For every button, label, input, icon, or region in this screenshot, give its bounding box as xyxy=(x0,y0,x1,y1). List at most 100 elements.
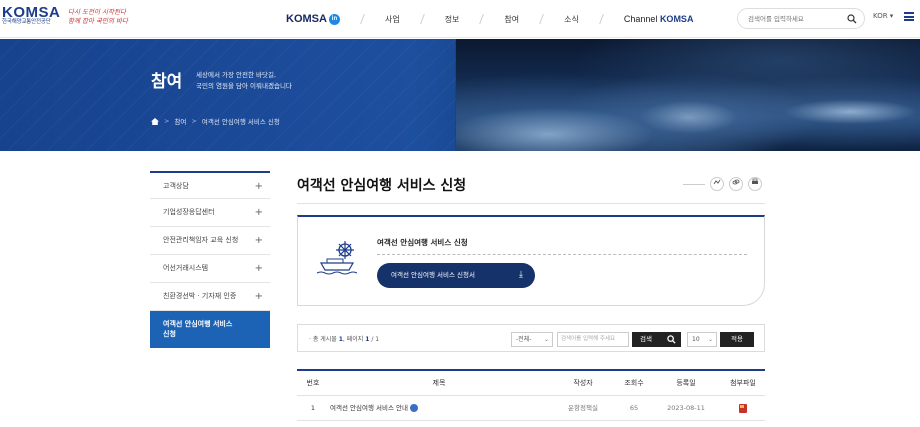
sidebar-item-label: 신청 xyxy=(163,330,176,338)
nav-news[interactable]: 소식 xyxy=(564,14,579,25)
hwp-file-icon xyxy=(739,403,747,413)
keyword-input[interactable]: 검색어를 입력해 주세요 xyxy=(557,332,629,347)
logo-text: KOMSA xyxy=(2,4,61,21)
download-icon: ⤓ xyxy=(519,270,523,280)
sea-wave-image xyxy=(456,39,920,151)
col-title: 제목 xyxy=(432,379,446,387)
search-icon[interactable] xyxy=(847,14,857,24)
sidebar-item-label: 기업성장응답센터 xyxy=(163,208,215,216)
sidebar-item-fishing-boat-trade[interactable]: 어선거래시스템 + xyxy=(150,255,270,283)
sidebar-item-label: 고객상담 xyxy=(163,182,189,190)
count-page: 1 xyxy=(365,336,370,343)
search-button-label: 검색 xyxy=(640,335,652,343)
page-size-select[interactable]: 10 ⌄ xyxy=(687,332,717,347)
row-number: 1 xyxy=(310,404,316,412)
nav-business[interactable]: 사업 xyxy=(385,14,400,25)
header-search xyxy=(737,8,865,29)
hero-banner: 참여 세상에서 가장 안전한 바닷길, 국민의 염원을 담아 이뤄내겠습니다 >… xyxy=(0,39,920,151)
card-title: 여객선 안심여행 서비스 신청 xyxy=(377,238,468,247)
in-badge: in xyxy=(328,13,340,25)
breadcrumb-item[interactable]: 참여 xyxy=(174,116,186,126)
slogan: 다시 도전이 시작된다 함께 잡아 국민의 바다 xyxy=(68,8,128,26)
row-date: 2023-08-11 xyxy=(667,404,705,412)
sidebar-item-label: 여객선 안심여행 서비스 xyxy=(163,320,233,328)
count-prefix: · 총 게시물 xyxy=(309,336,337,343)
sidebar-item-label: 친환경선박 · 기자재 인증 xyxy=(163,292,237,300)
hamburger-menu-icon[interactable] xyxy=(904,12,914,21)
site-header: KOMSA 한국해양교통안전공단 다시 도전이 시작된다 함께 잡아 국민의 바… xyxy=(0,0,920,38)
language-select[interactable]: KOR ▾ xyxy=(873,12,893,20)
slogan-line1: 다시 도전이 시작된다 xyxy=(68,8,126,16)
sidebar-item-safety-training[interactable]: 안전관리책임자 교육 신청 + xyxy=(150,227,270,255)
breadcrumb: > 참여 > 여객선 안심여행 서비스 신청 xyxy=(151,116,280,126)
table-row[interactable]: 1 여객선 안심여행 서비스 안내 운항정책실 65 2023-08-11 xyxy=(297,396,765,421)
nav-participation[interactable]: 참여 xyxy=(504,14,519,25)
chevron-right-icon: > xyxy=(164,117,170,125)
nav-divider xyxy=(419,14,425,24)
nav-divider xyxy=(360,14,365,24)
chevron-down-icon: ⌄ xyxy=(707,336,713,343)
row-title: 여객선 안심여행 서비스 안내 xyxy=(330,404,408,412)
sidebar-item-safe-travel[interactable]: 여객선 안심여행 서비스 신청 xyxy=(150,311,270,348)
sidebar-item-label: 안전관리책임자 교육 신청 xyxy=(163,236,239,244)
sidebar-item-business-center[interactable]: 기업성장응답센터 + xyxy=(150,199,270,227)
breadcrumb-item[interactable]: 여객선 안심여행 서비스 신청 xyxy=(202,116,280,126)
home-icon[interactable] xyxy=(151,117,159,125)
plus-icon: + xyxy=(254,235,263,246)
nav-divider xyxy=(599,14,604,24)
plus-icon: + xyxy=(254,263,263,274)
plus-icon: + xyxy=(254,207,263,218)
divider xyxy=(297,203,765,204)
link-icon[interactable] xyxy=(729,177,743,191)
post-count: · 총 게시물 1, 페이지 1 / 1 xyxy=(309,334,379,343)
nav-komsa-in[interactable]: KOMSA in xyxy=(286,13,340,25)
dashed-divider xyxy=(377,254,747,255)
title-divider xyxy=(683,184,705,185)
nav-komsa-label: KOMSA xyxy=(286,13,327,25)
count-mid: , 페이지 xyxy=(342,336,364,343)
sidebar-item-eco-ship-cert[interactable]: 친환경선박 · 기자재 인증 + xyxy=(150,283,270,311)
hero-description: 세상에서 가장 안전한 바닷길, 국민의 염원을 담아 이뤄내겠습니다 xyxy=(196,70,292,92)
hero-desc-line2: 국민의 염원을 담아 이뤄내겠습니다 xyxy=(196,82,292,90)
col-author: 작성자 xyxy=(573,379,593,387)
count-suffix: / 1 xyxy=(371,336,380,343)
komsa-logo[interactable]: KOMSA 한국해양교통안전공단 xyxy=(2,4,61,26)
row-title-link[interactable]: 여객선 안심여행 서비스 안내 xyxy=(330,396,550,421)
main-nav: KOMSA in 사업 정보 참여 소식 Channel KOMSA xyxy=(286,0,693,38)
download-label: 여객선 안심여행 서비스 신청서 xyxy=(391,271,475,279)
col-number: 번호 xyxy=(306,379,320,387)
table-header: 번호 제목 작성자 조회수 등록일 첨부파일 xyxy=(297,371,765,396)
row-attachment[interactable] xyxy=(721,396,765,421)
plus-icon: + xyxy=(254,291,263,302)
new-badge-icon xyxy=(409,404,418,412)
apply-button[interactable]: 적용 xyxy=(720,332,754,347)
hero-title: 참여 xyxy=(151,72,183,92)
hero-desc-line1: 세상에서 가장 안전한 바닷길, xyxy=(196,71,277,79)
service-card: 여객선 안심여행 서비스 신청 여객선 안심여행 서비스 신청서 ⤓ xyxy=(297,215,765,306)
search-field-select[interactable]: -전체- ⌄ xyxy=(511,332,553,347)
share-icon[interactable] xyxy=(710,177,724,191)
nav-divider xyxy=(539,14,544,24)
sidebar-item-label: 어선거래시스템 xyxy=(163,264,209,272)
channel-prefix: Channel xyxy=(623,14,658,24)
select-value: 10 xyxy=(692,336,700,343)
print-icon[interactable] xyxy=(748,177,762,191)
nav-divider xyxy=(479,14,485,24)
search-button[interactable]: 검색 xyxy=(632,332,681,347)
col-date: 등록일 xyxy=(676,379,696,387)
row-author: 운항정책실 xyxy=(568,404,598,412)
row-views: 65 xyxy=(629,404,639,412)
chevron-right-icon: > xyxy=(191,117,197,125)
hero-pattern xyxy=(0,39,457,151)
search-input[interactable] xyxy=(748,13,844,25)
download-application-button[interactable]: 여객선 안심여행 서비스 신청서 ⤓ xyxy=(377,263,535,288)
sidebar-item-customer-consult[interactable]: 고객상담 + xyxy=(150,171,270,199)
ship-icon xyxy=(316,241,358,275)
chevron-down-icon: ⌄ xyxy=(543,336,549,343)
nav-channel-komsa[interactable]: Channel KOMSA xyxy=(624,14,694,24)
board-table: 번호 제목 작성자 조회수 등록일 첨부파일 1 여객선 안심여행 서비스 안내… xyxy=(297,369,765,421)
nav-info[interactable]: 정보 xyxy=(445,14,460,25)
search-icon xyxy=(667,335,676,344)
board-search-bar: · 총 게시물 1, 페이지 1 / 1 -전체- ⌄ 검색어를 입력해 주세요… xyxy=(297,324,765,352)
plus-icon: + xyxy=(254,181,263,192)
